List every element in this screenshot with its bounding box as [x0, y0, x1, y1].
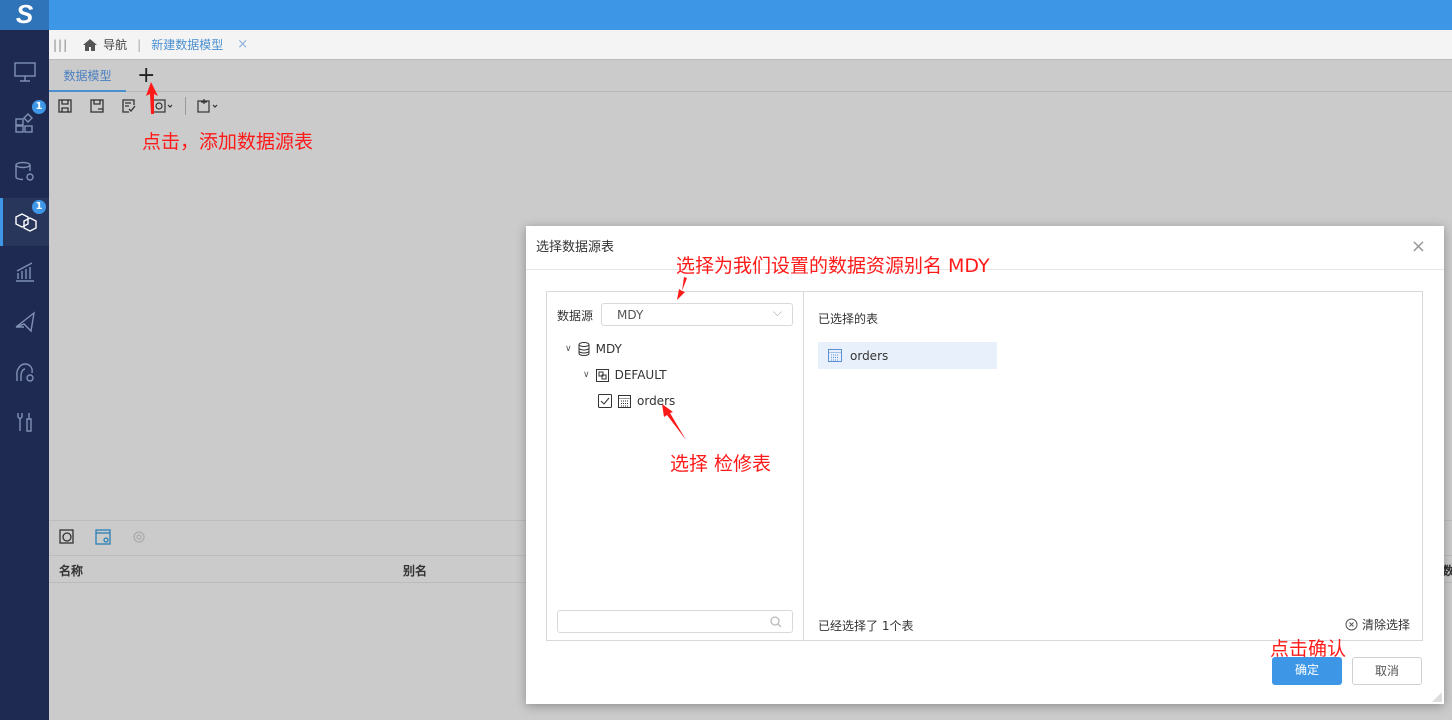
insert-dropdown[interactable]: [190, 94, 226, 118]
database-settings-icon: [14, 161, 34, 181]
chevron-down-icon: ⌵: [772, 305, 782, 319]
chart-icon: [15, 262, 34, 282]
tree-node-schema[interactable]: ∨ DEFAULT: [583, 368, 667, 382]
badge: 1: [32, 200, 46, 214]
tools-icon: [16, 413, 32, 432]
save-as-icon: [90, 99, 104, 113]
selected-panel: 已选择的表 orders 已经选择了 1个表 清除选择: [803, 291, 1423, 641]
column-header-name: 名称: [59, 564, 84, 578]
table-icon: [618, 394, 631, 408]
annotation-choose-source: 选择为我们设置的数据资源别名 MDY: [676, 255, 990, 277]
settings-dropdown[interactable]: [145, 94, 181, 118]
column-header-alias: 别名: [403, 564, 428, 578]
clear-selection-label: 清除选择: [1361, 618, 1410, 632]
cancel-button[interactable]: 取消: [1352, 657, 1422, 685]
source-select-value: MDY: [617, 308, 644, 322]
checkbox-checked-icon[interactable]: [598, 394, 612, 408]
app-logo: S: [0, 0, 49, 30]
toolbar: [49, 93, 226, 119]
resize-handle-icon[interactable]: [1432, 692, 1442, 702]
edit-button[interactable]: [113, 94, 145, 118]
tree-schema-label: DEFAULT: [614, 368, 667, 382]
nav-tab-new-model[interactable]: 新建数据模型: [151, 36, 223, 53]
tree-db-label: MDY: [595, 342, 622, 356]
cubes-icon: [15, 213, 37, 232]
dashboard-icon: [14, 113, 33, 133]
chevron-down-icon[interactable]: ∨: [565, 344, 572, 354]
search-input[interactable]: [557, 610, 793, 633]
save-icon: [58, 99, 72, 113]
search-icon: [770, 616, 782, 628]
tab-data-model[interactable]: 数据模型: [49, 61, 126, 92]
sidebar: 1 1: [0, 30, 49, 720]
clear-circle-x-icon: [1345, 618, 1358, 631]
save-as-button[interactable]: [81, 94, 113, 118]
add-tab-button[interactable]: +: [137, 63, 155, 89]
sidebar-item-publish[interactable]: [0, 298, 49, 346]
top-bar: [0, 0, 1452, 30]
support-icon: [15, 363, 34, 382]
sidebar-item-data-model[interactable]: 1: [0, 198, 49, 246]
close-tab-icon[interactable]: ×: [237, 37, 248, 52]
annotation-choose-table: 选择 检修表: [670, 453, 772, 475]
select-table-dialog: 选择数据源表 × 数据源 MDY ⌵ ∨ MDY ∨ DEFAULT order…: [526, 226, 1444, 704]
sidebar-item-tools[interactable]: [0, 398, 49, 446]
nav-home-label[interactable]: 导航: [103, 36, 127, 53]
menu-toggle-icon[interactable]: |||: [53, 38, 68, 52]
database-icon: [578, 342, 590, 356]
annotation-add-table: 点击，添加数据源表: [142, 131, 314, 153]
tree-node-table[interactable]: orders: [598, 394, 675, 408]
sidebar-item-dashboard[interactable]: 1: [0, 98, 49, 146]
chevron-down-icon[interactable]: ∨: [583, 370, 590, 380]
paper-plane-icon: [15, 311, 35, 333]
sidebar-item-datasource[interactable]: [0, 148, 49, 196]
home-icon[interactable]: [82, 38, 98, 52]
selected-count: 已经选择了 1个表: [818, 619, 914, 633]
preview-icon[interactable]: [59, 529, 75, 545]
edit-check-icon: [122, 99, 136, 113]
selected-item[interactable]: orders: [818, 342, 997, 369]
tree-node-db[interactable]: ∨ MDY: [565, 342, 622, 356]
sidebar-item-analysis[interactable]: [0, 248, 49, 296]
window-settings-icon[interactable]: [95, 529, 111, 545]
nav-bar: ||| 导航 | 新建数据模型 ×: [49, 30, 1452, 60]
source-select[interactable]: MDY ⌵: [601, 303, 793, 326]
gear-icon[interactable]: [131, 529, 147, 545]
annotation-confirm: 点击确认: [1270, 638, 1347, 660]
sidebar-item-monitor[interactable]: [0, 48, 49, 96]
selected-item-label: orders: [850, 348, 889, 363]
selected-title: 已选择的表: [818, 312, 879, 326]
clear-selection-button[interactable]: 清除选择: [1345, 616, 1410, 633]
ok-button[interactable]: 确定: [1272, 657, 1342, 685]
close-dialog-icon[interactable]: ×: [1411, 236, 1426, 257]
gear-icon: [152, 99, 173, 113]
insert-icon: [197, 99, 218, 113]
source-label: 数据源: [557, 309, 594, 323]
table-icon: [828, 349, 842, 362]
monitor-icon: [13, 62, 36, 82]
tree-table-label: orders: [637, 394, 676, 408]
save-button[interactable]: [49, 94, 81, 118]
sidebar-item-support[interactable]: [0, 348, 49, 396]
tab-row: 数据模型 +: [49, 61, 1452, 92]
schema-icon: [595, 368, 609, 382]
badge: 1: [32, 100, 46, 114]
